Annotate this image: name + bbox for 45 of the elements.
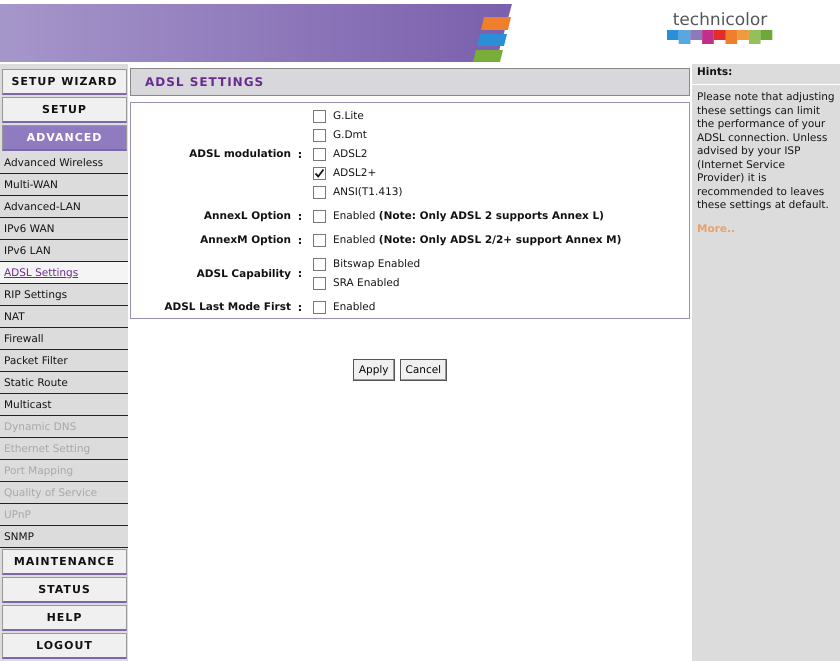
field-label: AnnexM Option bbox=[199, 234, 291, 246]
nav-section-button[interactable]: STATUS bbox=[2, 577, 127, 603]
field-label: AnnexL Option bbox=[202, 210, 291, 222]
logo-stripes-icon bbox=[667, 30, 773, 46]
option-label: G.Lite bbox=[333, 110, 364, 122]
hints-title: Hints: bbox=[692, 66, 840, 85]
option-label: Enabled bbox=[333, 301, 376, 313]
form-button[interactable]: Cancel bbox=[400, 359, 448, 381]
label-colon: : bbox=[296, 148, 304, 160]
nav-section-button[interactable]: LOGOUT bbox=[2, 633, 127, 659]
option-label: G.Dmt bbox=[333, 129, 367, 141]
field-label: ADSL Capability bbox=[196, 268, 291, 280]
label-colon: : bbox=[296, 300, 304, 314]
nav-section-button[interactable]: ADVANCED bbox=[2, 125, 127, 151]
label-colon: : bbox=[296, 267, 304, 280]
hints-text: Please note that adjusting these settings can limit the performance of your ADSL connection. Unless advised by your ISP (Internet Service Provider) it is recommended to leaves these settings at default. bbox=[697, 91, 835, 212]
checkbox[interactable] bbox=[313, 128, 326, 142]
nav-section-button[interactable]: SETUP bbox=[2, 97, 127, 123]
section-title: ADSL SETTINGS bbox=[145, 75, 264, 89]
option-label: ADSL2+ bbox=[333, 167, 376, 179]
checkbox[interactable] bbox=[313, 276, 326, 290]
logo-text: technicolor bbox=[672, 10, 768, 30]
option-label: Enabled (Note: Only ADSL 2/2+ support Annex M) bbox=[333, 234, 622, 246]
checkbox[interactable] bbox=[313, 234, 326, 246]
nav-section-button[interactable]: SETUP WIZARD bbox=[2, 69, 127, 95]
label-colon: : bbox=[296, 234, 304, 246]
option-label: ADSL2 bbox=[333, 148, 368, 160]
option-label: Bitswap Enabled bbox=[333, 258, 420, 270]
checkbox[interactable] bbox=[313, 110, 326, 122]
checkbox[interactable] bbox=[313, 258, 326, 270]
option-label: Enabled (Note: Only ADSL 2 supports Annex L) bbox=[333, 210, 604, 222]
form-button[interactable]: Apply bbox=[352, 359, 395, 381]
nav-section-button[interactable]: HELP bbox=[2, 605, 127, 631]
label-colon: : bbox=[296, 210, 304, 222]
checkbox[interactable] bbox=[313, 210, 326, 222]
checkbox[interactable] bbox=[313, 148, 326, 160]
checkbox[interactable] bbox=[313, 186, 326, 198]
checkbox[interactable] bbox=[313, 166, 326, 180]
option-label: SRA Enabled bbox=[333, 277, 400, 289]
nav-link[interactable]: ADSL Settings bbox=[0, 262, 128, 284]
checkbox[interactable] bbox=[313, 300, 326, 314]
nav-section-button[interactable]: MAINTENANCE bbox=[2, 549, 127, 575]
option-label: ANSI(T1.413) bbox=[333, 186, 402, 198]
field-label: ADSL Last Mode First bbox=[163, 301, 291, 313]
field-label: ADSL modulation bbox=[188, 148, 291, 160]
